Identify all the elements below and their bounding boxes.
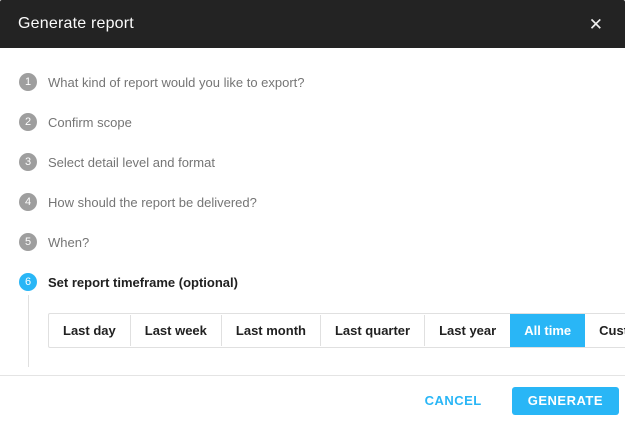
step-row-1[interactable]: 1 What kind of report would you like to … [19,73,625,91]
timeframe-button-group: Last day Last week Last month Last quart… [48,313,625,348]
step-badge-4: 4 [19,193,37,211]
step-badge-3: 3 [19,153,37,171]
step-label-1: What kind of report would you like to ex… [48,75,305,90]
wizard-steps: 1 What kind of report would you like to … [0,48,625,291]
step-label-5: When? [48,235,89,250]
timeframe-section: Last day Last week Last month Last quart… [48,313,625,348]
step-row-3[interactable]: 3 Select detail level and format [19,153,625,171]
timeframe-option-last-week[interactable]: Last week [130,315,221,346]
step-row-6-active[interactable]: 6 Set report timeframe (optional) [19,273,625,291]
timeframe-option-last-quarter[interactable]: Last quarter [320,315,424,346]
step-label-3: Select detail level and format [48,155,215,170]
timeframe-option-last-year[interactable]: Last year [424,315,510,346]
dialog-footer: CANCEL GENERATE [0,375,625,425]
step-label-4: How should the report be delivered? [48,195,257,210]
step-badge-1: 1 [19,73,37,91]
cancel-button[interactable]: CANCEL [425,393,482,408]
timeframe-option-custom[interactable]: Custom [585,315,625,346]
timeframe-option-last-day[interactable]: Last day [49,315,130,346]
timeframe-option-all-time-selected[interactable]: All time [510,314,585,347]
step-badge-5: 5 [19,233,37,251]
step-row-5[interactable]: 5 When? [19,233,625,251]
step-badge-6: 6 [19,273,37,291]
generate-button[interactable]: GENERATE [512,387,619,415]
step-label-6: Set report timeframe (optional) [48,275,238,290]
active-step-connector-line [28,295,29,367]
dialog-header: Generate report ✕ [0,0,625,48]
dialog-title: Generate report [18,15,134,33]
close-icon[interactable]: ✕ [585,12,607,37]
step-row-4[interactable]: 4 How should the report be delivered? [19,193,625,211]
step-badge-2: 2 [19,113,37,131]
timeframe-option-last-month[interactable]: Last month [221,315,320,346]
generate-report-dialog: Generate report ✕ 1 What kind of report … [0,0,625,425]
step-row-2[interactable]: 2 Confirm scope [19,113,625,131]
step-label-2: Confirm scope [48,115,132,130]
